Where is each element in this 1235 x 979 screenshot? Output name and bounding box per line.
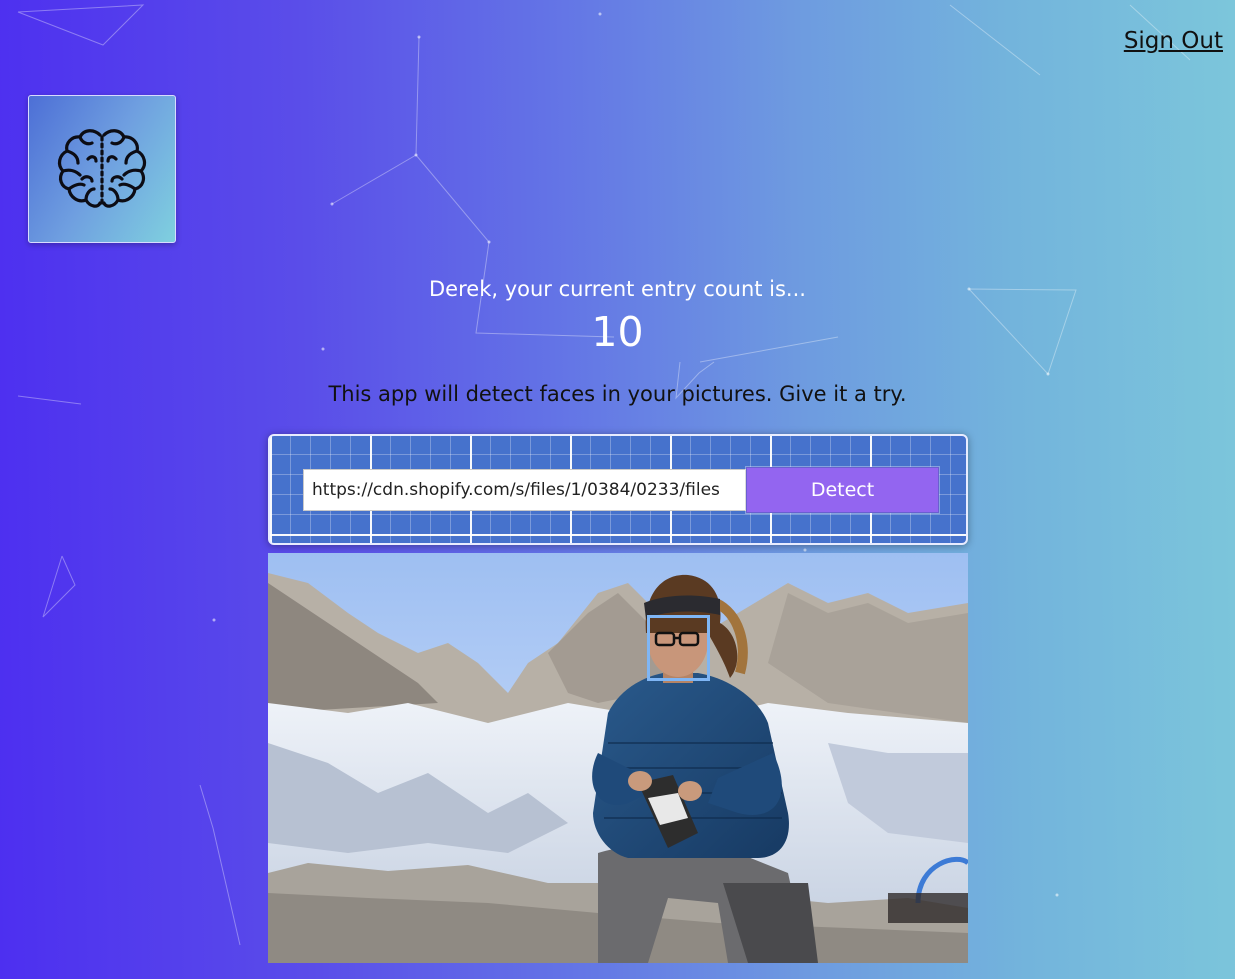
result-image-container — [268, 553, 968, 963]
entry-greeting: Derek, your current entry count is... — [429, 277, 806, 301]
entry-count: 10 — [591, 308, 644, 356]
detect-button[interactable]: Detect — [746, 467, 939, 513]
sign-out-link[interactable]: Sign Out — [1124, 28, 1223, 54]
image-link-form: Detect — [268, 434, 968, 545]
app-description: This app will detect faces in your pictu… — [328, 382, 907, 406]
detected-photo — [268, 553, 968, 963]
image-url-input[interactable] — [303, 469, 746, 511]
brain-icon — [57, 129, 147, 208]
logo — [28, 95, 176, 243]
face-bounding-box — [647, 615, 710, 681]
